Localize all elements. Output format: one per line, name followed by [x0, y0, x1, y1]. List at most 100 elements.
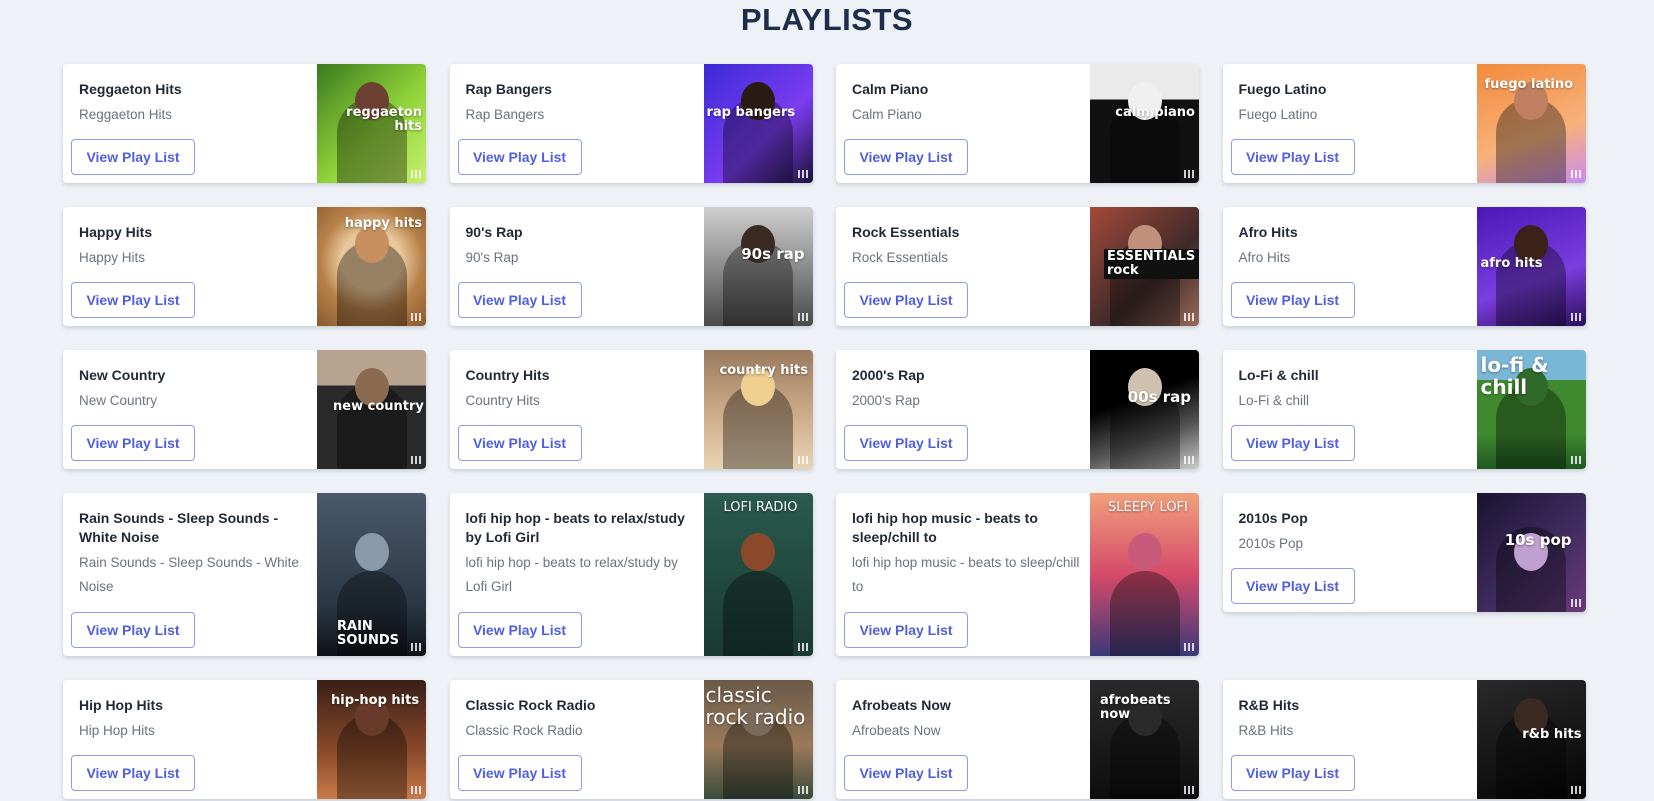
playlist-info: 2010s Pop 2010s Pop View Play List	[1223, 493, 1477, 612]
playlist-cover-image: 00s rap	[1090, 350, 1199, 469]
playlist-card: Rain Sounds - Sleep Sounds - White Noise…	[63, 493, 426, 656]
playlist-card: Lo-Fi & chill Lo-Fi & chill View Play List…	[1222, 350, 1586, 469]
playlist-info: 2000's Rap 2000's Rap View Play List	[836, 350, 1090, 469]
cover-figure-head	[741, 533, 775, 571]
cover-text: afrobeats now	[1100, 693, 1171, 722]
view-playlist-button[interactable]: View Play List	[457, 282, 582, 318]
cover-figure	[1109, 571, 1180, 656]
playlist-card: Calm Piano Calm Piano View Play List calm p…	[836, 64, 1199, 183]
deezer-logo-icon	[1570, 313, 1581, 321]
playlist-title: 2010s Pop	[1238, 510, 1308, 526]
deezer-logo-icon	[411, 313, 421, 321]
view-playlist-button[interactable]: View Play List	[1230, 139, 1355, 175]
playlist-info: Happy Hits Happy Hits View Play List	[63, 207, 317, 326]
playlist-subtitle: New Country	[79, 393, 158, 408]
deezer-logo-icon	[797, 170, 808, 178]
view-playlist-button[interactable]: View Play List	[71, 612, 195, 648]
playlist-cover-image: calm piano	[1090, 64, 1199, 183]
playlist-title: Rock Essentials	[852, 224, 960, 240]
playlist-info: R&B Hits R&B Hits View Play List	[1223, 680, 1477, 799]
view-playlist-button[interactable]: View Play List	[457, 425, 582, 461]
view-playlist-button[interactable]: View Play List	[71, 755, 195, 791]
playlist-title: Fuego Latino	[1238, 81, 1327, 97]
playlist-subtitle: Calm Piano	[852, 107, 922, 122]
view-playlist-button[interactable]: View Play List	[1230, 425, 1355, 461]
playlist-title: Country Hits	[465, 367, 550, 383]
playlist-title: Happy Hits	[79, 224, 153, 240]
view-playlist-button[interactable]: View Play List	[844, 612, 968, 648]
deezer-logo-icon	[1570, 786, 1581, 794]
playlist-title: New Country	[79, 367, 166, 383]
playlist-grid: Reggaeton Hits Reggaeton Hits View Play Li…	[63, 64, 1586, 799]
playlist-info: lofi hip hop - beats to relax/study by L…	[450, 493, 704, 656]
playlist-subtitle: Rap Bangers	[465, 107, 545, 122]
view-playlist-button[interactable]: View Play List	[71, 282, 195, 318]
deezer-logo-icon	[1184, 313, 1194, 321]
playlist-subtitle: R&B Hits	[1238, 723, 1294, 738]
playlist-cover-image: SLEEPY LOFI	[1090, 493, 1199, 656]
playlist-info: Rain Sounds - Sleep Sounds - White Noise…	[63, 493, 317, 656]
playlist-subtitle: Rain Sounds - Sleep Sounds - White Noise	[79, 555, 299, 594]
view-playlist-button[interactable]: View Play List	[71, 139, 195, 175]
playlist-card: lofi hip hop music - beats to sleep/chil…	[836, 493, 1199, 656]
playlist-subtitle: 2000's Rap	[852, 393, 920, 408]
playlist-info: Calm Piano Calm Piano View Play List	[836, 64, 1090, 183]
view-playlist-button[interactable]: View Play List	[1230, 568, 1355, 604]
cover-text: happy hits	[344, 216, 422, 231]
view-playlist-button[interactable]: View Play List	[1230, 755, 1355, 791]
cover-figure-head	[354, 533, 389, 571]
playlist-cover-image: 90s rap	[703, 207, 813, 326]
playlist-card: Hip Hop Hits Hip Hop Hits View Play List hi…	[63, 680, 426, 799]
playlist-title: Calm Piano	[852, 81, 929, 97]
view-playlist-button[interactable]: View Play List	[457, 755, 582, 791]
playlist-cover-image: r&b hits	[1476, 680, 1586, 799]
view-playlist-button[interactable]: View Play List	[844, 755, 968, 791]
deezer-logo-icon	[1184, 643, 1194, 651]
view-playlist-button[interactable]: View Play List	[457, 139, 582, 175]
cover-text: calm piano	[1115, 105, 1195, 120]
cover-figure	[723, 571, 793, 656]
cover-text: classic rock radio	[705, 683, 806, 729]
playlist-card: Country Hits Country Hits View Play List co…	[449, 350, 813, 469]
view-playlist-button[interactable]: View Play List	[1230, 282, 1355, 318]
playlist-subtitle: Classic Rock Radio	[465, 723, 583, 738]
playlist-cover-image: fuego latino	[1476, 64, 1586, 183]
view-playlist-button[interactable]: View Play List	[844, 282, 968, 318]
playlist-title: R&B Hits	[1238, 697, 1300, 713]
playlist-info: Afro Hits Afro Hits View Play List	[1223, 207, 1477, 326]
playlist-card: Fuego Latino Fuego Latino View Play List fu…	[1222, 64, 1586, 183]
playlist-info: lofi hip hop music - beats to sleep/chil…	[836, 493, 1090, 656]
view-playlist-button[interactable]: View Play List	[844, 139, 968, 175]
playlist-cover-image: afrobeats now	[1090, 680, 1199, 799]
playlist-cover-image: happy hits	[317, 207, 426, 326]
deezer-logo-icon	[797, 643, 808, 651]
playlist-card: Afrobeats Now Afrobeats Now View Play List…	[836, 680, 1199, 799]
cover-text: ESSENTIALS rock	[1104, 249, 1199, 279]
view-playlist-button[interactable]: View Play List	[457, 612, 582, 648]
playlist-title: Hip Hop Hits	[79, 697, 163, 713]
playlist-cover-image: new country	[317, 350, 426, 469]
playlist-cover-image: 10s pop	[1476, 493, 1586, 612]
playlist-title: Classic Rock Radio	[465, 697, 596, 713]
view-playlist-button[interactable]: View Play List	[844, 425, 968, 461]
playlist-info: Reggaeton Hits Reggaeton Hits View Play Li…	[63, 64, 317, 183]
playlist-subtitle: Fuego Latino	[1238, 107, 1318, 122]
playlist-cover-image: lo-fi & chill	[1476, 350, 1586, 469]
playlist-card: Happy Hits Happy Hits View Play List happy …	[63, 207, 426, 326]
playlist-title: 2000's Rap	[852, 367, 925, 383]
playlist-info: New Country New Country View Play List	[63, 350, 317, 469]
playlist-subtitle: Country Hits	[465, 393, 540, 408]
playlist-title: Afrobeats Now	[852, 697, 951, 713]
deezer-logo-icon	[797, 456, 808, 464]
playlist-title: lofi hip hop music - beats to sleep/chil…	[852, 510, 1038, 545]
playlist-title: Rain Sounds - Sleep Sounds - White Noise	[79, 510, 279, 545]
cover-text: LOFI RADIO	[723, 500, 798, 515]
cover-text: r&b hits	[1522, 727, 1582, 742]
deezer-logo-icon	[1570, 456, 1581, 464]
view-playlist-button[interactable]: View Play List	[71, 425, 195, 461]
playlist-title: Rap Bangers	[465, 81, 552, 97]
cover-text: fuego latino	[1484, 77, 1574, 92]
playlist-title: Afro Hits	[1238, 224, 1298, 240]
playlist-info: Country Hits Country Hits View Play List	[450, 350, 704, 469]
deezer-logo-icon	[411, 643, 421, 651]
